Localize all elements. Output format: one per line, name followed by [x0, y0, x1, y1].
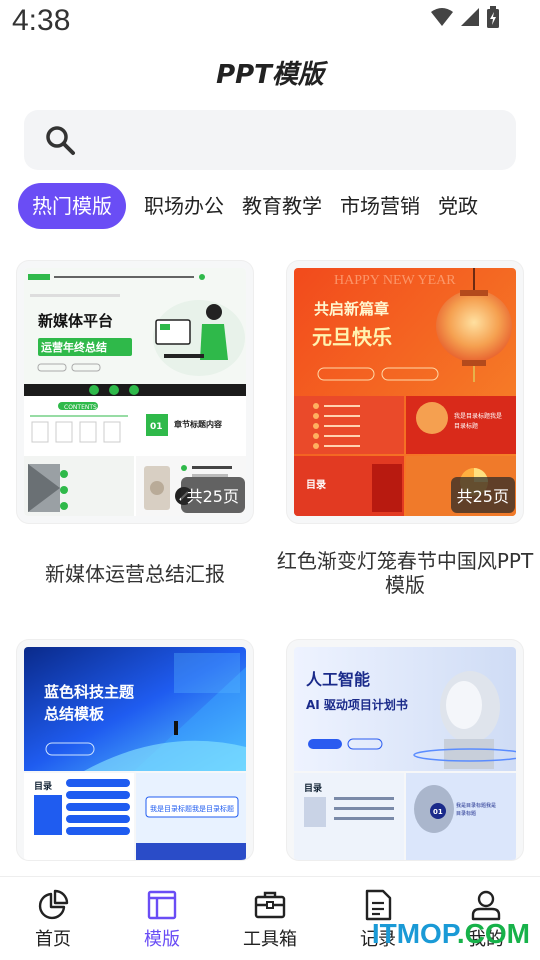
thumb-toc2-3: 我是目录标题我是目录标题 — [150, 804, 234, 813]
watermark-part1: ITMOP — [371, 918, 457, 949]
thumb-section-1: 章节标题内容 — [174, 419, 222, 429]
document-icon — [365, 889, 392, 921]
site-watermark: ITMOP.COM — [372, 918, 530, 950]
user-icon — [471, 890, 501, 921]
thumb-toc-3: 目录 — [34, 781, 52, 792]
thumb-heading-2: 共启新篇章 — [314, 300, 389, 318]
svg-text:目录标题: 目录标题 — [454, 422, 478, 430]
page-count-badge: 共25页 — [180, 477, 245, 513]
thumb-contents-1: CONTENTS — [64, 404, 97, 411]
page-count-badge: 共25页 — [450, 477, 515, 513]
tab-office[interactable]: 职场办公 — [144, 183, 224, 229]
watermark-part2: .COM — [456, 918, 530, 949]
status-time: 4:38 — [12, 4, 71, 37]
template-card-2[interactable]: HAPPY NEW YEAR 共启新篇章 元旦快乐 我是目录标题我是 目录标题 … — [287, 261, 523, 523]
template-card-1[interactable]: 新媒体平台 运营年终总结 CONTENTS 01 章节标题内容 共25页 — [17, 261, 253, 523]
battery-icon — [487, 6, 499, 28]
svg-text:01: 01 — [433, 808, 443, 816]
svg-text:我是目录标题我是: 我是目录标题我是 — [454, 412, 502, 420]
template-card-3[interactable]: 蓝色科技主题 总结模板 目录 我是目录标题我是目录标题 — [17, 640, 253, 860]
tab-marketing[interactable]: 市场营销 — [340, 183, 420, 229]
svg-text:目录标题: 目录标题 — [456, 810, 476, 817]
tab-party[interactable]: 党政 — [438, 183, 478, 229]
thumb-heading-4: 人工智能 — [306, 670, 370, 689]
template-thumbnail-3: 蓝色科技主题 总结模板 目录 我是目录标题我是目录标题 — [24, 647, 246, 860]
template-title-2[interactable]: 红色渐变灯笼春节中国风PPT模版 — [270, 549, 540, 597]
svg-text:我是目录标题我是: 我是目录标题我是 — [456, 802, 496, 809]
template-icon — [147, 890, 177, 920]
nav-home-label: 首页 — [35, 929, 71, 950]
nav-templates[interactable]: 模版 — [122, 889, 202, 951]
thumb-toc-2: 目录 — [306, 479, 326, 491]
template-thumbnail-4: 人工智能 AI 驱动项目计划书 目录 01 我是目录标题我是 目录标题 — [294, 647, 516, 860]
svg-text:01: 01 — [150, 422, 163, 432]
thumb-sub-2: 元旦快乐 — [312, 325, 392, 349]
thumb-heading-3: 蓝色科技主题 — [44, 683, 135, 701]
thumb-bg-text-2: HAPPY NEW YEAR — [334, 273, 456, 288]
thumb-heading-1: 新媒体平台 — [38, 312, 113, 330]
thumb-sub-1: 运营年终总结 — [41, 340, 107, 354]
nav-toolbox[interactable]: 工具箱 — [230, 889, 310, 951]
nav-toolbox-label: 工具箱 — [243, 929, 297, 950]
thumb-toc-4: 目录 — [304, 783, 322, 794]
nav-home[interactable]: 首页 — [13, 889, 93, 951]
thumb-sub-4: AI 驱动项目计划书 — [306, 697, 408, 712]
search-icon — [46, 126, 75, 155]
toolbox-icon — [254, 891, 286, 919]
template-card-4[interactable]: 人工智能 AI 驱动项目计划书 目录 01 我是目录标题我是 目录标题 — [287, 640, 523, 860]
status-bar: 4:38 — [0, 0, 540, 46]
template-title-1[interactable]: 新媒体运营总结汇报 — [0, 562, 270, 586]
page-title: PPT模版 — [216, 60, 324, 90]
pie-chart-icon — [38, 889, 69, 920]
tab-hot[interactable]: 热门模版 — [18, 183, 126, 229]
tab-education[interactable]: 教育教学 — [242, 183, 322, 229]
status-icons — [430, 6, 500, 28]
cellular-signal-icon — [461, 8, 479, 26]
category-tabs: 热门模版 职场办公 教育教学 市场营销 党政 — [18, 183, 540, 229]
wifi-icon — [431, 8, 453, 26]
thumb-sub-3: 总结模板 — [44, 705, 105, 723]
nav-templates-label: 模版 — [144, 929, 180, 950]
search-bar[interactable] — [24, 110, 516, 170]
